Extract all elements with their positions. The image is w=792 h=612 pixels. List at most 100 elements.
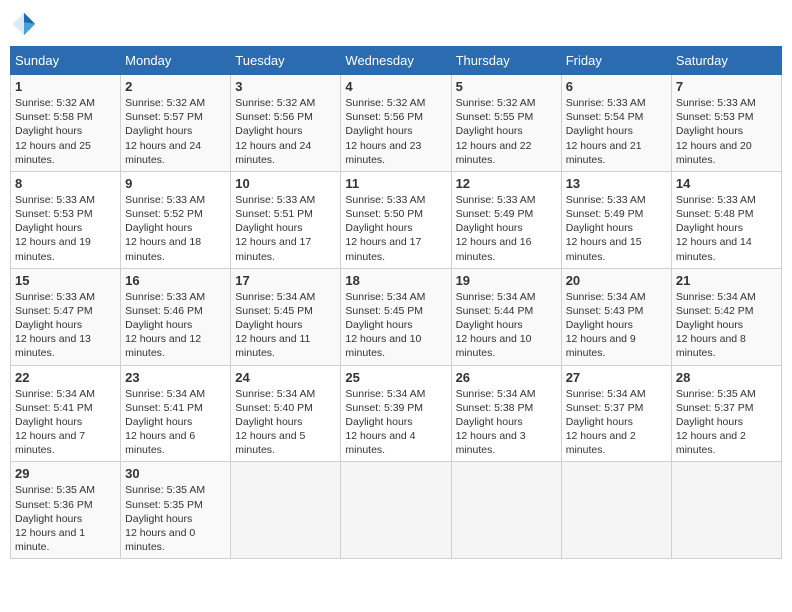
sunrise-label: Sunrise: 5:34 AM: [456, 388, 536, 400]
sunrise-label: Sunrise: 5:34 AM: [456, 291, 536, 303]
day-number: 6: [566, 79, 667, 94]
day-header-tuesday: Tuesday: [231, 47, 341, 75]
day-info: Sunrise: 5:34 AM Sunset: 5:40 PM Dayligh…: [235, 387, 336, 458]
daylight-duration: 12 hours and 19 minutes.: [15, 236, 91, 262]
daylight-duration: 12 hours and 9 minutes.: [566, 333, 636, 359]
sunset-label: Sunset: 5:39 PM: [345, 402, 423, 414]
daylight-label: Daylight hours: [566, 416, 633, 428]
calendar-week-1: 1 Sunrise: 5:32 AM Sunset: 5:58 PM Dayli…: [11, 75, 782, 172]
sunset-label: Sunset: 5:50 PM: [345, 208, 423, 220]
day-number: 24: [235, 370, 336, 385]
daylight-duration: 12 hours and 11 minutes.: [235, 333, 310, 359]
day-number: 30: [125, 466, 226, 481]
calendar-cell: 19 Sunrise: 5:34 AM Sunset: 5:44 PM Dayl…: [451, 268, 561, 365]
sunrise-label: Sunrise: 5:34 AM: [566, 291, 646, 303]
calendar-cell: 16 Sunrise: 5:33 AM Sunset: 5:46 PM Dayl…: [121, 268, 231, 365]
day-info: Sunrise: 5:33 AM Sunset: 5:52 PM Dayligh…: [125, 193, 226, 264]
daylight-duration: 12 hours and 25 minutes.: [15, 140, 91, 166]
calendar-cell: 22 Sunrise: 5:34 AM Sunset: 5:41 PM Dayl…: [11, 365, 121, 462]
day-info: Sunrise: 5:33 AM Sunset: 5:54 PM Dayligh…: [566, 96, 667, 167]
daylight-label: Daylight hours: [15, 222, 82, 234]
sunset-label: Sunset: 5:45 PM: [345, 305, 423, 317]
calendar-cell: [451, 462, 561, 559]
day-info: Sunrise: 5:32 AM Sunset: 5:56 PM Dayligh…: [345, 96, 446, 167]
calendar-cell: 26 Sunrise: 5:34 AM Sunset: 5:38 PM Dayl…: [451, 365, 561, 462]
calendar-cell: 18 Sunrise: 5:34 AM Sunset: 5:45 PM Dayl…: [341, 268, 451, 365]
daylight-label: Daylight hours: [125, 125, 192, 137]
logo: [10, 10, 42, 38]
day-number: 18: [345, 273, 446, 288]
day-number: 29: [15, 466, 116, 481]
daylight-label: Daylight hours: [676, 319, 743, 331]
daylight-duration: 12 hours and 13 minutes.: [15, 333, 91, 359]
day-number: 27: [566, 370, 667, 385]
day-number: 26: [456, 370, 557, 385]
daylight-duration: 12 hours and 12 minutes.: [125, 333, 201, 359]
daylight-label: Daylight hours: [345, 125, 412, 137]
day-number: 23: [125, 370, 226, 385]
daylight-label: Daylight hours: [125, 319, 192, 331]
sunrise-label: Sunrise: 5:34 AM: [15, 388, 95, 400]
calendar-cell: [561, 462, 671, 559]
daylight-label: Daylight hours: [566, 125, 633, 137]
day-info: Sunrise: 5:34 AM Sunset: 5:39 PM Dayligh…: [345, 387, 446, 458]
calendar-week-4: 22 Sunrise: 5:34 AM Sunset: 5:41 PM Dayl…: [11, 365, 782, 462]
daylight-duration: 12 hours and 20 minutes.: [676, 140, 752, 166]
sunrise-label: Sunrise: 5:33 AM: [676, 194, 756, 206]
sunset-label: Sunset: 5:41 PM: [15, 402, 93, 414]
sunset-label: Sunset: 5:53 PM: [676, 111, 754, 123]
calendar-cell: 15 Sunrise: 5:33 AM Sunset: 5:47 PM Dayl…: [11, 268, 121, 365]
sunset-label: Sunset: 5:55 PM: [456, 111, 534, 123]
calendar-cell: 11 Sunrise: 5:33 AM Sunset: 5:50 PM Dayl…: [341, 171, 451, 268]
day-info: Sunrise: 5:34 AM Sunset: 5:37 PM Dayligh…: [566, 387, 667, 458]
daylight-label: Daylight hours: [345, 416, 412, 428]
day-info: Sunrise: 5:33 AM Sunset: 5:48 PM Dayligh…: [676, 193, 777, 264]
daylight-duration: 12 hours and 15 minutes.: [566, 236, 642, 262]
daylight-duration: 12 hours and 24 minutes.: [235, 140, 311, 166]
page-header: [10, 10, 782, 38]
day-info: Sunrise: 5:33 AM Sunset: 5:46 PM Dayligh…: [125, 290, 226, 361]
daylight-label: Daylight hours: [15, 513, 82, 525]
sunset-label: Sunset: 5:56 PM: [345, 111, 423, 123]
daylight-label: Daylight hours: [456, 222, 523, 234]
daylight-duration: 12 hours and 18 minutes.: [125, 236, 201, 262]
daylight-duration: 12 hours and 16 minutes.: [456, 236, 532, 262]
sunset-label: Sunset: 5:42 PM: [676, 305, 754, 317]
daylight-duration: 12 hours and 10 minutes.: [456, 333, 532, 359]
calendar-cell: [671, 462, 781, 559]
daylight-duration: 12 hours and 6 minutes.: [125, 430, 195, 456]
daylight-duration: 12 hours and 8 minutes.: [676, 333, 746, 359]
calendar-cell: 21 Sunrise: 5:34 AM Sunset: 5:42 PM Dayl…: [671, 268, 781, 365]
sunrise-label: Sunrise: 5:33 AM: [345, 194, 425, 206]
sunrise-label: Sunrise: 5:35 AM: [125, 484, 205, 496]
sunrise-label: Sunrise: 5:33 AM: [566, 194, 646, 206]
daylight-label: Daylight hours: [235, 125, 302, 137]
day-info: Sunrise: 5:33 AM Sunset: 5:51 PM Dayligh…: [235, 193, 336, 264]
sunrise-label: Sunrise: 5:34 AM: [676, 291, 756, 303]
day-info: Sunrise: 5:32 AM Sunset: 5:57 PM Dayligh…: [125, 96, 226, 167]
day-number: 20: [566, 273, 667, 288]
day-info: Sunrise: 5:34 AM Sunset: 5:45 PM Dayligh…: [345, 290, 446, 361]
calendar-cell: [231, 462, 341, 559]
daylight-label: Daylight hours: [456, 416, 523, 428]
sunset-label: Sunset: 5:43 PM: [566, 305, 644, 317]
daylight-duration: 12 hours and 7 minutes.: [15, 430, 85, 456]
day-info: Sunrise: 5:35 AM Sunset: 5:37 PM Dayligh…: [676, 387, 777, 458]
sunset-label: Sunset: 5:36 PM: [15, 499, 93, 511]
sunset-label: Sunset: 5:40 PM: [235, 402, 313, 414]
daylight-label: Daylight hours: [566, 222, 633, 234]
daylight-duration: 12 hours and 3 minutes.: [456, 430, 526, 456]
calendar-cell: [341, 462, 451, 559]
sunset-label: Sunset: 5:37 PM: [566, 402, 644, 414]
daylight-duration: 12 hours and 2 minutes.: [676, 430, 746, 456]
sunset-label: Sunset: 5:46 PM: [125, 305, 203, 317]
day-number: 12: [456, 176, 557, 191]
sunset-label: Sunset: 5:41 PM: [125, 402, 203, 414]
day-header-thursday: Thursday: [451, 47, 561, 75]
calendar-cell: 1 Sunrise: 5:32 AM Sunset: 5:58 PM Dayli…: [11, 75, 121, 172]
day-info: Sunrise: 5:34 AM Sunset: 5:45 PM Dayligh…: [235, 290, 336, 361]
daylight-label: Daylight hours: [676, 125, 743, 137]
sunset-label: Sunset: 5:49 PM: [456, 208, 534, 220]
day-info: Sunrise: 5:33 AM Sunset: 5:53 PM Dayligh…: [15, 193, 116, 264]
day-number: 15: [15, 273, 116, 288]
